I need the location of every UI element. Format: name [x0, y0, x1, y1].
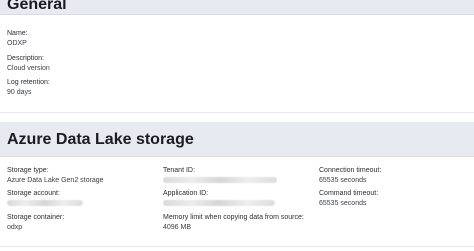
connection-timeout-label: Connection timeout:: [319, 167, 382, 174]
bottom-divider: [0, 246, 474, 247]
tenant-id-redacted: [163, 177, 277, 183]
description-field: Description: Cloud version: [7, 54, 50, 73]
command-timeout-label: Command timeout:: [319, 190, 379, 197]
tenant-id-label: Tenant ID:: [163, 167, 195, 174]
storage-type-field: Storage type: Azure Data Lake Gen2 stora…: [7, 166, 104, 185]
storage-container-label: Storage container:: [7, 214, 65, 221]
storage-section-header: Azure Data Lake storage: [0, 122, 474, 157]
command-timeout-value: 65535 seconds: [319, 200, 367, 207]
storage-type-value: Azure Data Lake Gen2 storage: [7, 177, 104, 184]
connection-timeout-value: 65535 seconds: [319, 177, 367, 184]
tenant-id-field: Tenant ID:: [163, 166, 277, 183]
storage-account-field: Storage account:: [7, 189, 83, 206]
application-id-redacted: [163, 200, 275, 206]
description-value: Cloud version: [7, 65, 50, 72]
command-timeout-field: Command timeout: 65535 seconds: [319, 189, 378, 208]
log-retention-value: 90 days: [7, 89, 32, 96]
storage-section-title: Azure Data Lake storage: [7, 131, 194, 148]
storage-account-redacted: [7, 200, 83, 206]
general-section-title: General: [7, 0, 67, 13]
application-id-field: Application ID:: [163, 189, 275, 206]
description-label: Description:: [7, 55, 44, 62]
name-value: ODXP: [7, 40, 27, 47]
storage-container-field: Storage container: odxp: [7, 213, 64, 232]
storage-account-label: Storage account:: [7, 190, 60, 197]
name-label: Name:: [7, 30, 28, 37]
name-field: Name: ODXP: [7, 29, 28, 48]
memory-limit-label: Memory limit when copying data from sour…: [163, 214, 304, 221]
memory-limit-field: Memory limit when copying data from sour…: [163, 213, 304, 232]
application-id-label: Application ID:: [163, 190, 209, 197]
section-divider: [0, 112, 474, 113]
log-retention-label: Log retention:: [7, 79, 50, 86]
log-retention-field: Log retention: 90 days: [7, 78, 50, 97]
connection-timeout-field: Connection timeout: 65535 seconds: [319, 166, 381, 185]
general-section-header: General: [0, 0, 474, 15]
memory-limit-value: 4096 MB: [163, 224, 192, 231]
storage-container-value: odxp: [7, 224, 23, 231]
storage-type-label: Storage type:: [7, 167, 49, 174]
